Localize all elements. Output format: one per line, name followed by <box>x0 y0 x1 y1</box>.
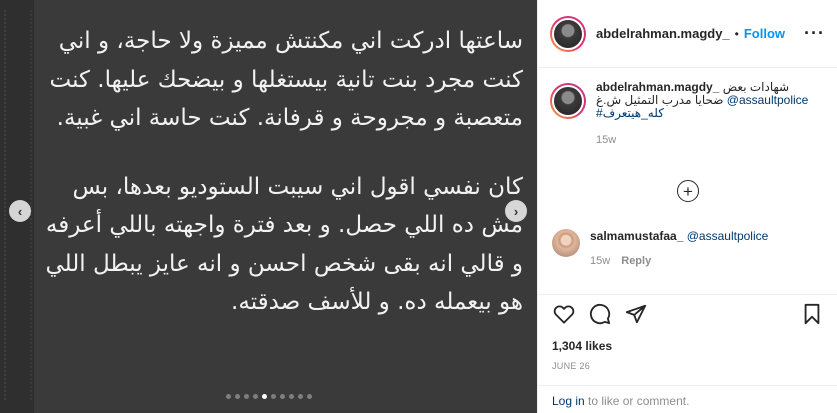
comment-item: salmamustafaa_ @assaultpolice 15w Reply <box>552 229 768 267</box>
post-header: abdelrahman.magdy_ • Follow ··· <box>538 0 837 68</box>
post-date[interactable]: JUNE 26 <box>552 361 824 371</box>
load-more-comments-button[interactable]: + <box>677 180 699 202</box>
previous-slide-button[interactable]: ‹ <box>9 200 31 222</box>
carousel-dot <box>243 394 249 399</box>
like-button[interactable] <box>552 302 576 326</box>
login-prompt: Log in to like or comment. <box>538 385 837 413</box>
chevron-right-icon: › <box>513 203 519 219</box>
caption-line-3: #كله_هيتعرف <box>596 107 808 120</box>
caption-username[interactable]: abdelrahman.magdy_ <box>596 80 719 94</box>
login-link[interactable]: Log in <box>552 394 585 408</box>
caption-hashtag-link[interactable]: #كله_هيتعرف <box>596 106 664 120</box>
carousel-dot <box>225 394 231 399</box>
comment-time[interactable]: 15w <box>590 255 610 267</box>
post-actions: 1,304 likes JUNE 26 <box>538 294 837 376</box>
comment-body: salmamustafaa_ @assaultpolice 15w Reply <box>590 229 768 267</box>
comment-bubble-icon <box>589 303 611 325</box>
post-paragraph-1: ساعتها ادركت اني مكنتش مميزة ولا حاجة، و… <box>49 28 524 131</box>
post-media: ساعتها ادركت اني مكنتش مميزة ولا حاجة، و… <box>0 0 537 413</box>
login-prompt-text: to like or comment. <box>584 394 690 408</box>
carousel-dot <box>288 394 294 399</box>
carousel-dots <box>0 394 537 399</box>
carousel-dot <box>234 394 240 399</box>
caption-text-1: شهادات بعض <box>722 80 790 94</box>
save-button[interactable] <box>800 302 824 326</box>
action-row <box>552 303 824 325</box>
carousel-dot <box>279 394 285 399</box>
reply-button[interactable]: Reply <box>621 255 651 267</box>
avatar-image <box>552 17 584 50</box>
commenter-username[interactable]: salmamustafaa_ <box>590 229 683 243</box>
comments-section: abdelrahman.magdy_ شهادات بعض ضحايا مدرب… <box>538 69 837 294</box>
follow-button[interactable]: Follow <box>744 26 785 41</box>
author-avatar[interactable] <box>550 15 586 52</box>
caption-avatar[interactable] <box>550 83 586 119</box>
caption-mention-link[interactable]: @assaultpolice <box>727 93 809 107</box>
post-sidebar: abdelrahman.magdy_ • Follow ··· abdelrah… <box>537 0 837 413</box>
caption-text-2: ضحايا مدرب التمثيل ش.غ <box>596 93 724 107</box>
comment-mention-link[interactable]: @assaultpolice <box>687 229 769 243</box>
separator-dot: • <box>734 26 739 41</box>
avatar-image <box>552 85 584 117</box>
chevron-left-icon: ‹ <box>17 203 23 219</box>
author-username[interactable]: abdelrahman.magdy_ <box>596 26 730 41</box>
caption-time[interactable]: 15w <box>596 134 808 147</box>
post-text: ساعتها ادركت اني مكنتش مميزة ولا حاجة، و… <box>38 22 523 322</box>
bookmark-icon <box>804 303 820 325</box>
paper-plane-icon <box>625 304 647 324</box>
comment-meta: 15w Reply <box>590 255 768 267</box>
commenter-avatar[interactable] <box>552 229 580 257</box>
share-button[interactable] <box>624 302 648 326</box>
comment-line: salmamustafaa_ @assaultpolice <box>590 229 768 243</box>
comment-button[interactable] <box>588 302 612 326</box>
carousel-dot <box>306 394 312 399</box>
more-options-icon[interactable]: ··· <box>804 23 825 44</box>
post-paragraph-2: كان نفسي اقول اني سيبت الستوديو بعدها، ب… <box>45 173 523 316</box>
caption: abdelrahman.magdy_ شهادات بعض ضحايا مدرب… <box>550 81 826 147</box>
plus-icon: + <box>683 181 693 201</box>
carousel-dot <box>261 394 267 399</box>
carousel-dot <box>252 394 258 399</box>
carousel-dot <box>270 394 276 399</box>
carousel-dot <box>297 394 303 399</box>
next-slide-button[interactable]: › <box>505 200 527 222</box>
likes-count[interactable]: 1,304 likes <box>552 339 824 353</box>
caption-body: abdelrahman.magdy_ شهادات بعض ضحايا مدرب… <box>596 81 808 147</box>
heart-icon <box>553 305 575 324</box>
